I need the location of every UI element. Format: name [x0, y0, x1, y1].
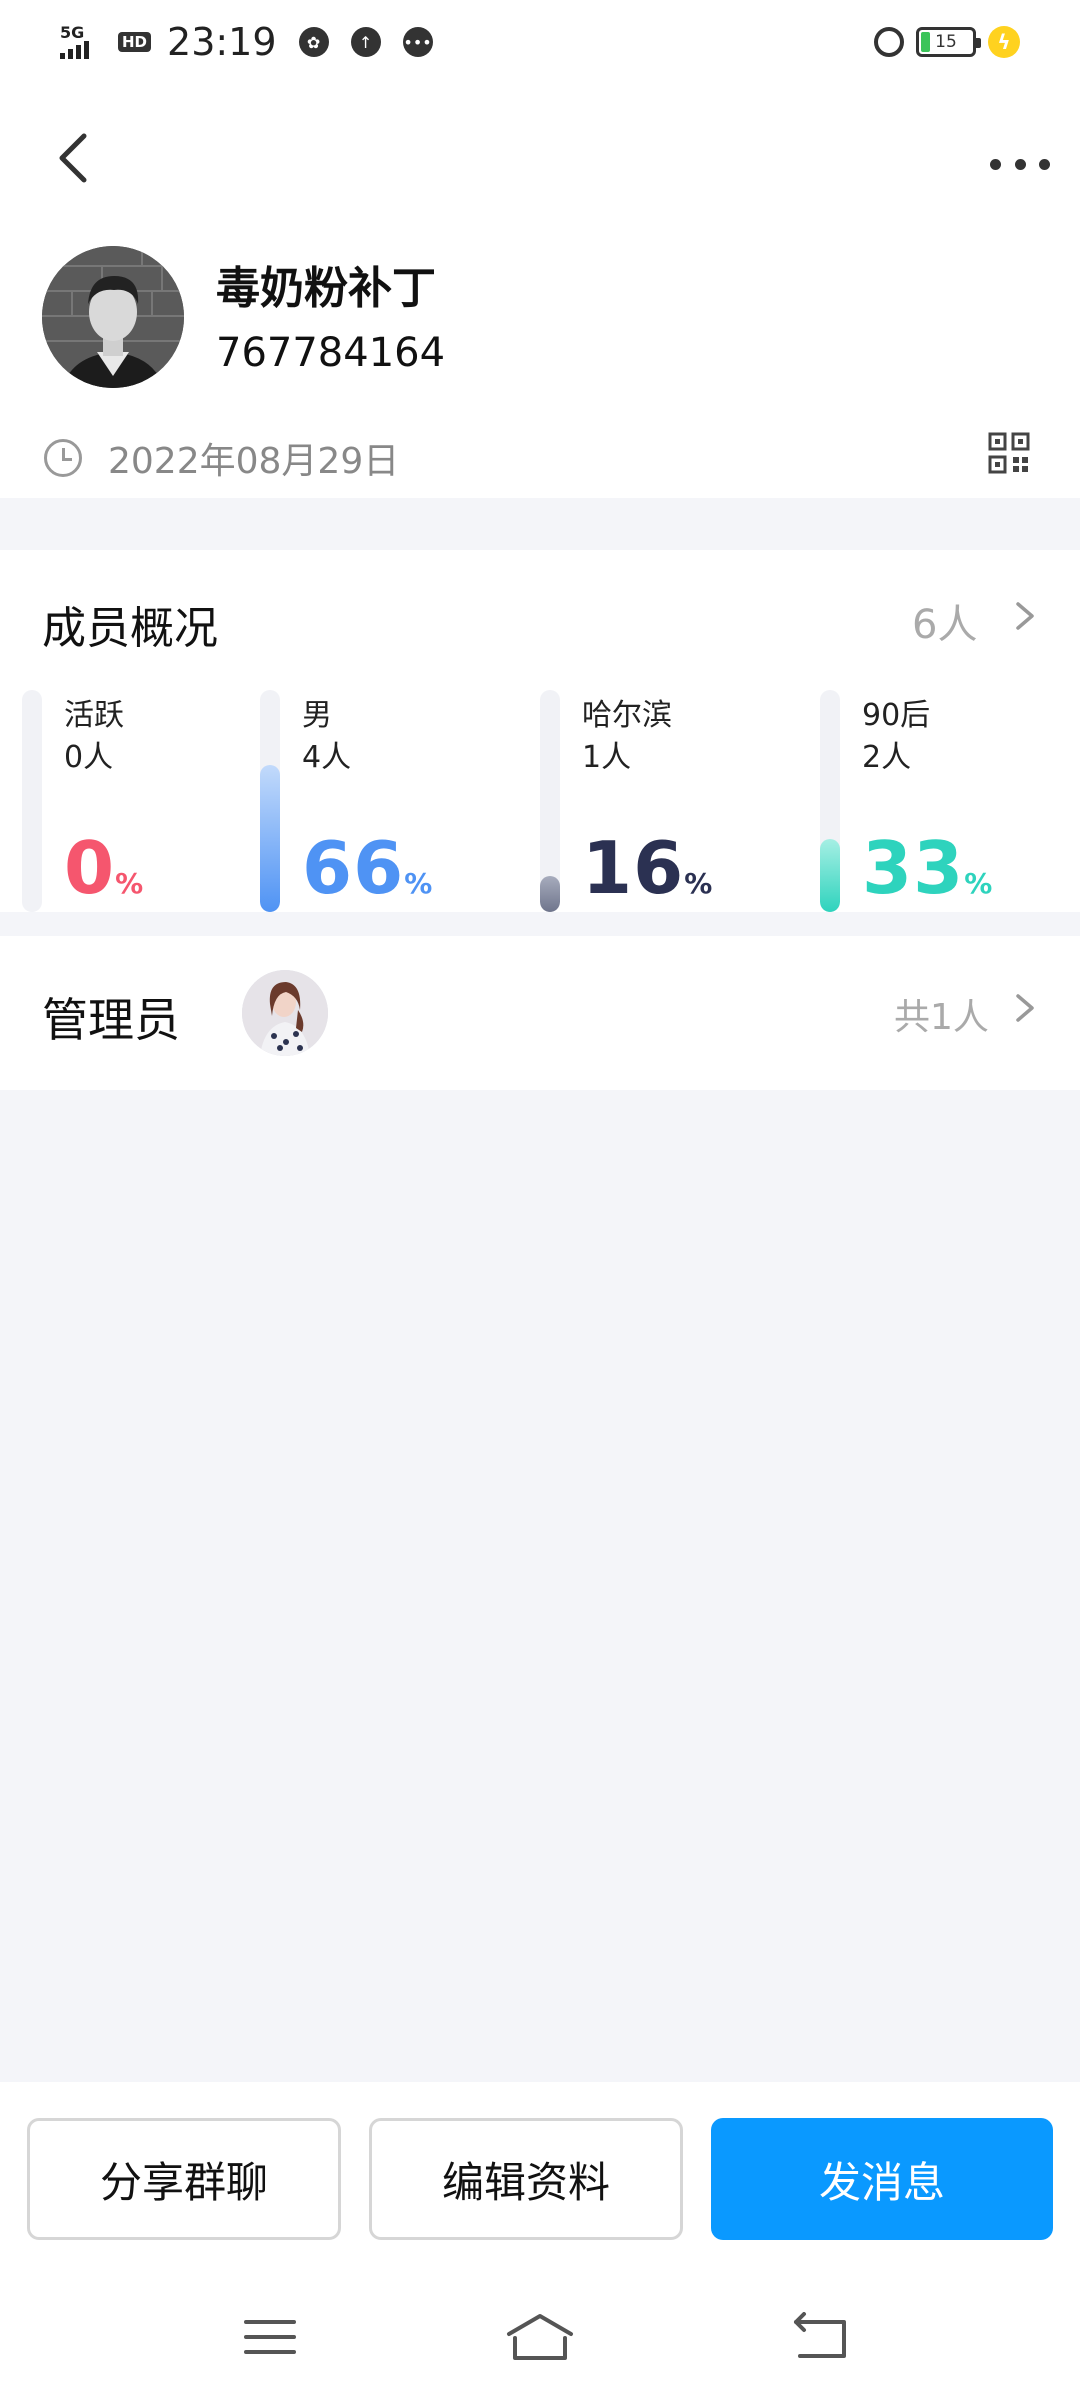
back-nav-icon[interactable]: [790, 2312, 850, 2362]
charging-icon: ϟ: [988, 26, 1020, 58]
more-dot-icon: [990, 158, 1001, 170]
admin-row[interactable]: 管理员 共1人: [0, 936, 1080, 1090]
group-header: 毒奶粉补丁 767784164 2022年08月29日: [0, 84, 1080, 498]
more-options-button[interactable]: [990, 144, 1050, 184]
clock-icon: [44, 439, 82, 477]
stat-bar-track: [540, 690, 560, 912]
menu-icon[interactable]: [240, 2312, 300, 2362]
stat-count: 0人: [64, 740, 114, 775]
upload-icon: ↑: [350, 27, 381, 57]
stat-percent: 16%: [582, 826, 712, 910]
chevron-right-icon: [1016, 602, 1034, 630]
signal-indicator: 5G: [60, 25, 108, 59]
stat-label: 90后: [862, 698, 931, 733]
stat-count: 4人: [302, 740, 352, 775]
stat-bar-fill: [260, 765, 280, 912]
back-button[interactable]: [48, 124, 98, 194]
hd-badge: HD: [118, 32, 152, 52]
stat-percent-value: 16: [582, 826, 685, 910]
stat-percent-unit: %: [404, 867, 433, 900]
group-name: 毒奶粉补丁: [216, 263, 436, 314]
stat-label: 男: [302, 698, 332, 733]
stat-percent-unit: %: [964, 867, 993, 900]
chevron-left-icon: [59, 133, 87, 183]
more-dot-icon: [1039, 158, 1050, 170]
stat-percent-value: 0: [64, 826, 116, 910]
group-profile-page: 5G HD 23:19 ✿ ↑ ••• 15 ϟ 毒奶粉补丁 767784164…: [0, 0, 1080, 2400]
bottom-action-bar: 分享群聊 编辑资料 发消息: [0, 2082, 1080, 2400]
stat-bar-track: [820, 690, 840, 912]
member-overview-title: 成员概况: [42, 603, 218, 654]
edit-profile-button[interactable]: 编辑资料: [369, 2118, 683, 2240]
stat-percent: 0%: [64, 826, 143, 910]
stat-label: 活跃: [64, 698, 124, 733]
member-total: 6人: [912, 602, 978, 648]
stat-percent-value: 66: [302, 826, 405, 910]
stat-bar-fill: [820, 838, 840, 912]
member-overview-card[interactable]: 成员概况 6人 活跃 0人 0% 男 4人 66% 哈尔滨 1人 16% 90后…: [0, 550, 1080, 912]
battery-level: 15: [935, 32, 957, 52]
stat-bar-fill: [540, 876, 560, 912]
stat-count: 1人: [582, 740, 632, 775]
qr-code-icon: [988, 432, 1030, 474]
wechat-icon: ✿: [298, 27, 329, 57]
status-bar: 5G HD 23:19 ✿ ↑ ••• 15 ϟ: [0, 0, 1080, 84]
admin-count: 共1人: [894, 997, 989, 1038]
stat-percent: 66%: [302, 826, 432, 910]
stat-percent: 33%: [862, 826, 992, 910]
network-type: 5G: [60, 23, 85, 42]
battery-icon: 15: [916, 27, 981, 57]
admin-avatar[interactable]: [242, 970, 328, 1056]
group-id: 767784164: [216, 330, 446, 376]
alarm-icon: [874, 27, 904, 57]
admin-title: 管理员: [42, 993, 180, 1047]
send-message-button[interactable]: 发消息: [711, 2118, 1053, 2240]
stat-percent-unit: %: [115, 867, 144, 900]
stat-bar-track: [260, 690, 280, 912]
chevron-right-icon: [1016, 994, 1034, 1022]
stat-count: 2人: [862, 740, 912, 775]
created-date-row: 2022年08月29日: [44, 432, 399, 484]
home-icon[interactable]: [505, 2312, 575, 2362]
created-date: 2022年08月29日: [108, 441, 400, 482]
stat-percent-value: 33: [862, 826, 965, 910]
stat-label: 哈尔滨: [582, 698, 672, 733]
signal-bars-icon: [60, 41, 108, 59]
status-time: 23:19: [167, 20, 277, 64]
group-avatar[interactable]: [42, 246, 184, 388]
share-group-button[interactable]: 分享群聊: [27, 2118, 341, 2240]
avatar-photo: [42, 246, 184, 388]
stat-percent-unit: %: [684, 867, 713, 900]
message-icon: •••: [402, 27, 433, 57]
stat-bar-track: [22, 690, 42, 912]
more-dot-icon: [1014, 158, 1026, 170]
qr-code-button[interactable]: [988, 432, 1030, 474]
admin-avatar-photo: [242, 970, 328, 1056]
